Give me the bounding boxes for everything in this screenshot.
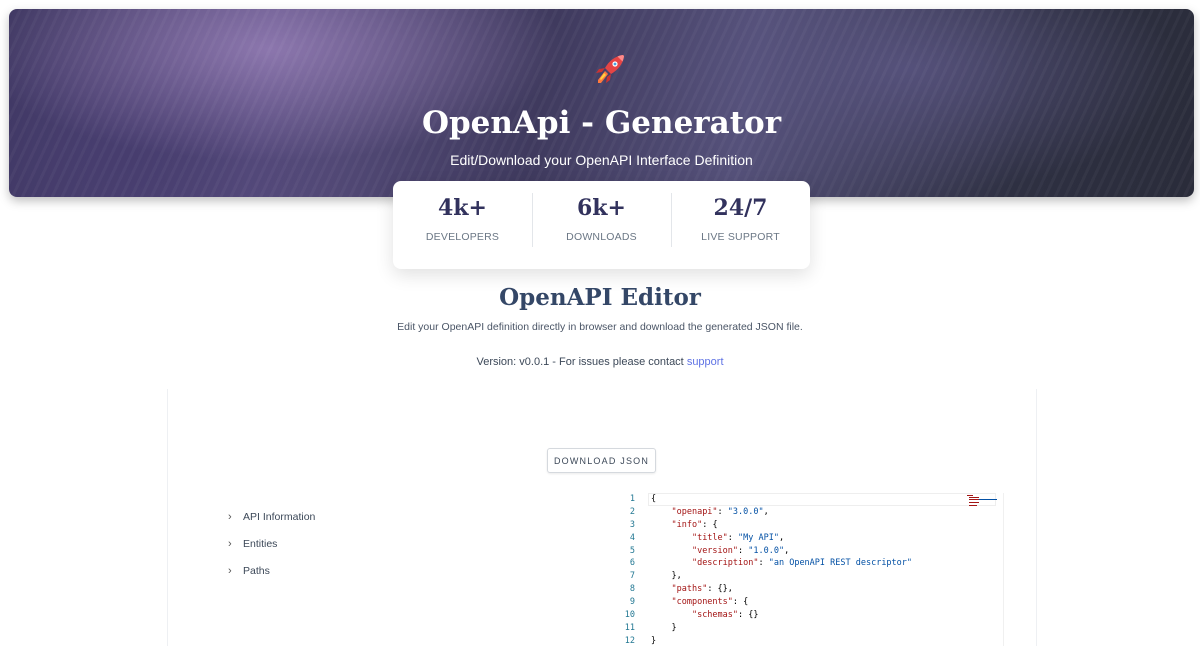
- code-line: 6 "description": "an OpenAPI REST descri…: [618, 557, 1013, 570]
- line-number: 3: [629, 519, 635, 530]
- line-number: 9: [629, 597, 635, 608]
- stat-live-support: 24/7 LIVE SUPPORT: [671, 181, 810, 269]
- tree-item-label: API Information: [243, 510, 316, 523]
- line-content: "paths": {},: [671, 584, 733, 595]
- chevron-right-icon: ›: [228, 510, 232, 523]
- editor-title: OpenAPI Editor: [499, 284, 701, 311]
- tree-item-paths[interactable]: › Paths: [228, 557, 315, 584]
- line-number: 8: [629, 584, 635, 595]
- line-content: {: [651, 494, 657, 504]
- code-line: 9 "components": {: [618, 596, 1013, 609]
- line-number: 4: [629, 532, 635, 543]
- minimap-line: [967, 495, 973, 496]
- code-line: 7 },: [618, 570, 1013, 583]
- line-number: 10: [624, 610, 635, 621]
- line-number: 1: [629, 494, 635, 504]
- hero-banner: OpenApi - Generator Edit/Download your O…: [9, 9, 1194, 197]
- line-number: 5: [629, 545, 635, 556]
- code-line: 10 "schemas": {}: [618, 609, 1013, 622]
- minimap-line: [969, 497, 979, 498]
- stat-developers: 4k+ DEVELOPERS: [393, 181, 532, 269]
- stat-value: 4k+: [438, 195, 487, 221]
- code-line: 8 "paths": {},: [618, 583, 1013, 596]
- line-number: 7: [629, 571, 635, 582]
- version-text: Version: v0.0.1 - For issues please cont…: [476, 356, 684, 368]
- line-content: "title": "My API",: [691, 532, 785, 543]
- code-line: 3 "info": {: [618, 519, 1013, 532]
- tree-item-api-information[interactable]: › API Information: [228, 503, 315, 530]
- line-number: 12: [624, 635, 635, 646]
- code-line: 1{: [618, 493, 1013, 506]
- tree-item-label: Paths: [243, 564, 270, 577]
- line-content: }: [651, 635, 657, 646]
- line-number: 2: [629, 506, 635, 517]
- chevron-right-icon: ›: [228, 537, 232, 550]
- line-number: 11: [624, 622, 635, 633]
- line-content: "openapi": "3.0.0",: [671, 506, 769, 517]
- code-line: 4 "title": "My API",: [618, 532, 1013, 545]
- code-line: 12}: [618, 635, 1013, 646]
- stats-card: 4k+ DEVELOPERS 6k+ DOWNLOADS 24/7 LIVE S…: [393, 181, 810, 269]
- support-link[interactable]: support: [687, 356, 724, 368]
- tree-item-label: Entities: [243, 537, 278, 550]
- json-code-editor[interactable]: 1{2 "openapi": "3.0.0", 3 "info": {4 "tit…: [618, 493, 1013, 646]
- minimap-line: [969, 502, 979, 503]
- hero-subtitle: Edit/Download your OpenAPI Interface Def…: [450, 152, 753, 168]
- version-line: Version: v0.0.1 - For issues please cont…: [0, 356, 1200, 368]
- stat-label: DOWNLOADS: [566, 231, 637, 243]
- chevron-right-icon: ›: [228, 564, 232, 577]
- editor-scrollbar[interactable]: [1003, 493, 1013, 646]
- line-content: }: [651, 622, 677, 633]
- line-content: "info": {: [671, 519, 718, 530]
- stat-label: DEVELOPERS: [425, 231, 500, 243]
- stat-value: 6k+: [577, 195, 626, 221]
- code-line: 11 }: [618, 622, 1013, 635]
- line-content: "version": "1.0.0",: [691, 545, 790, 556]
- stat-label: LIVE SUPPORT: [701, 231, 780, 243]
- stat-value: 24/7: [713, 195, 768, 221]
- definition-tree: › API Information › Entities › Paths: [228, 503, 315, 584]
- rocket-icon: [596, 55, 624, 83]
- line-number: 6: [629, 558, 635, 569]
- line-content: "description": "an OpenAPI REST descript…: [691, 558, 913, 569]
- minimap-line: [969, 505, 977, 506]
- download-json-button[interactable]: DOWNLOAD JSON: [547, 448, 656, 473]
- code-line: 2 "openapi": "3.0.0",: [618, 506, 1013, 519]
- tree-item-entities[interactable]: › Entities: [228, 530, 315, 557]
- line-content: },: [651, 571, 682, 582]
- line-content: "schemas": {}: [691, 610, 759, 621]
- line-content: "components": {: [671, 597, 749, 608]
- stat-downloads: 6k+ DOWNLOADS: [532, 181, 671, 269]
- hero-title: OpenApi - Generator: [421, 105, 782, 141]
- minimap-line: [979, 499, 997, 500]
- code-minimap[interactable]: [965, 494, 1001, 510]
- editor-description: Edit your OpenAPI definition directly in…: [397, 321, 803, 333]
- code-line: 5 "version": "1.0.0",: [618, 545, 1013, 558]
